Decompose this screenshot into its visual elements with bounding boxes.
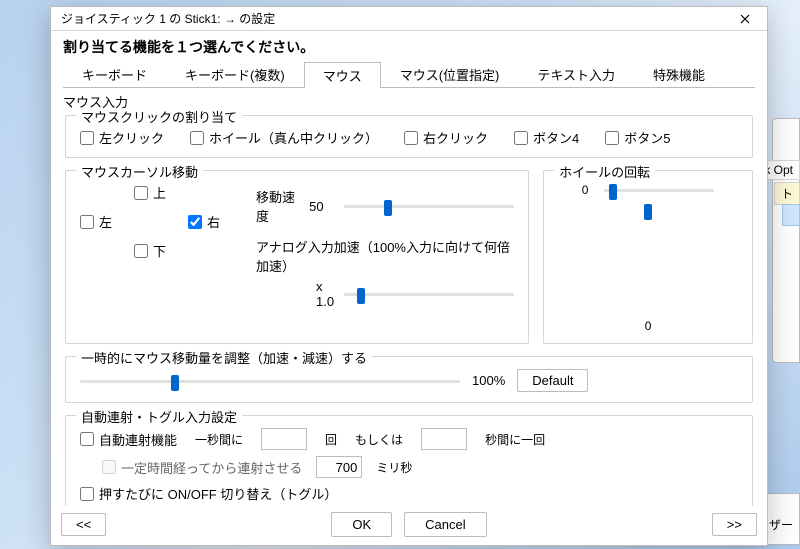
cb-wheel-click[interactable]: ホイール（真ん中クリック） — [190, 128, 378, 147]
cb-down[interactable]: 下 — [134, 241, 166, 260]
delay-unit: ミリ秒 — [376, 459, 412, 476]
tab-mouse-position[interactable]: マウス(位置指定) — [381, 61, 519, 87]
cb-wheel-click-label: ホイール（真ん中クリック） — [209, 128, 378, 147]
speed-label: 移動速度 — [256, 187, 299, 225]
delay-input[interactable] — [316, 456, 362, 478]
cb-up[interactable]: 上 — [134, 183, 166, 202]
group-temp-adjust-title: 一時的にマウス移動量を調整（加速・減速）する — [76, 348, 372, 367]
cb-up-label: 上 — [153, 183, 166, 202]
dialog-footer: << OK Cancel >> — [51, 506, 767, 545]
accel-slider[interactable] — [344, 287, 514, 301]
prev-button[interactable]: << — [61, 513, 106, 536]
group-mouse-click-title: マウスクリックの割り当て — [76, 111, 242, 126]
per-sec-suffix: 回 — [325, 431, 337, 448]
ok-button[interactable]: OK — [331, 512, 392, 537]
cb-left[interactable]: 左 — [80, 212, 112, 231]
cb-left-click[interactable]: 左クリック — [80, 128, 164, 147]
group-cursor-move-title: マウスカーソル移動 — [76, 162, 203, 181]
window-title: ジョイスティック 1 の Stick1: → の設定 — [61, 10, 727, 27]
cb-right-label: 右 — [207, 212, 220, 231]
or-label: もしくは — [355, 431, 403, 448]
cb-button5[interactable]: ボタン5 — [605, 128, 670, 147]
cb-toggle[interactable]: 押すたびに ON/OFF 切り替え（トグル） — [80, 484, 337, 503]
tab-keyboard-multi[interactable]: キーボード(複数) — [166, 61, 304, 87]
cb-delay-enable-label: 一定時間経ってから連射させる — [121, 458, 302, 477]
group-wheel-rotation: ホイールの回転 0 0 — [543, 170, 753, 344]
default-button[interactable]: Default — [517, 369, 588, 392]
adjust-percent: 100% — [472, 373, 505, 388]
cancel-button[interactable]: Cancel — [404, 512, 486, 537]
speed-value: 50 — [309, 199, 334, 214]
wheel-axis2-value: 0 — [645, 319, 652, 333]
close-button[interactable] — [727, 8, 763, 30]
titlebar: ジョイスティック 1 の Stick1: → の設定 — [51, 7, 767, 31]
section-label: マウス入力 — [51, 88, 767, 111]
cb-button4[interactable]: ボタン4 — [514, 128, 579, 147]
tab-text-input[interactable]: テキスト入力 — [518, 61, 634, 87]
wheel-axis1-value: 0 — [582, 183, 589, 197]
group-autofire: 自動連射・トグル入力設定 自動連射機能 一秒間に 回 もしくは 秒間に一回 一定… — [65, 415, 753, 506]
cb-left-label: 左 — [99, 212, 112, 231]
per-sec-input[interactable] — [261, 428, 307, 450]
cb-left-click-label: 左クリック — [99, 128, 164, 147]
adjust-slider[interactable] — [80, 374, 460, 388]
tab-bar: キーボード キーボード(複数) マウス マウス(位置指定) テキスト入力 特殊機… — [51, 61, 767, 87]
accel-label: アナログ入力加速（100%入力に向けて何倍加速） — [256, 237, 514, 275]
dialog-heading: 割り当てる機能を１つ選んでください。 — [51, 31, 767, 61]
group-cursor-move: マウスカーソル移動 上 左 右 下 — [65, 170, 529, 344]
cb-button5-label: ボタン5 — [624, 128, 670, 147]
per-sec-prefix: 一秒間に — [195, 431, 243, 448]
group-temp-adjust: 一時的にマウス移動量を調整（加速・減速）する 100% Default — [65, 356, 753, 403]
group-autofire-title: 自動連射・トグル入力設定 — [76, 407, 242, 426]
next-button[interactable]: >> — [712, 513, 757, 536]
tab-mouse[interactable]: マウス — [304, 62, 381, 88]
accel-value: x 1.0 — [316, 279, 334, 309]
speed-slider[interactable] — [344, 199, 514, 213]
cb-delay-enable[interactable]: 一定時間経ってから連射させる — [102, 458, 302, 477]
cb-right-click-label: 右クリック — [423, 128, 488, 147]
tab-keyboard[interactable]: キーボード — [63, 61, 166, 87]
group-mouse-click: マウスクリックの割り当て 左クリック ホイール（真ん中クリック） 右クリック ボ… — [65, 115, 753, 158]
group-wheel-title: ホイールの回転 — [554, 162, 655, 181]
cursor-direction-grid: 上 左 右 下 — [80, 183, 236, 260]
interval-input[interactable] — [421, 428, 467, 450]
interval-suffix: 秒間に一回 — [485, 431, 545, 448]
tab-special[interactable]: 特殊機能 — [634, 61, 724, 87]
settings-dialog: ジョイスティック 1 の Stick1: → の設定 割り当てる機能を１つ選んで… — [50, 6, 768, 546]
cb-autofire-enable[interactable]: 自動連射機能 — [80, 430, 177, 449]
cb-down-label: 下 — [153, 241, 166, 260]
background-tab-2: ト — [774, 182, 800, 205]
cb-right-click[interactable]: 右クリック — [404, 128, 488, 147]
cb-button4-label: ボタン4 — [533, 128, 579, 147]
wheel-axis1-slider[interactable] — [604, 183, 714, 197]
close-icon — [740, 14, 750, 24]
cb-right[interactable]: 右 — [188, 212, 220, 231]
cb-autofire-enable-label: 自動連射機能 — [99, 430, 177, 449]
cb-toggle-label: 押すたびに ON/OFF 切り替え（トグル） — [99, 484, 337, 503]
